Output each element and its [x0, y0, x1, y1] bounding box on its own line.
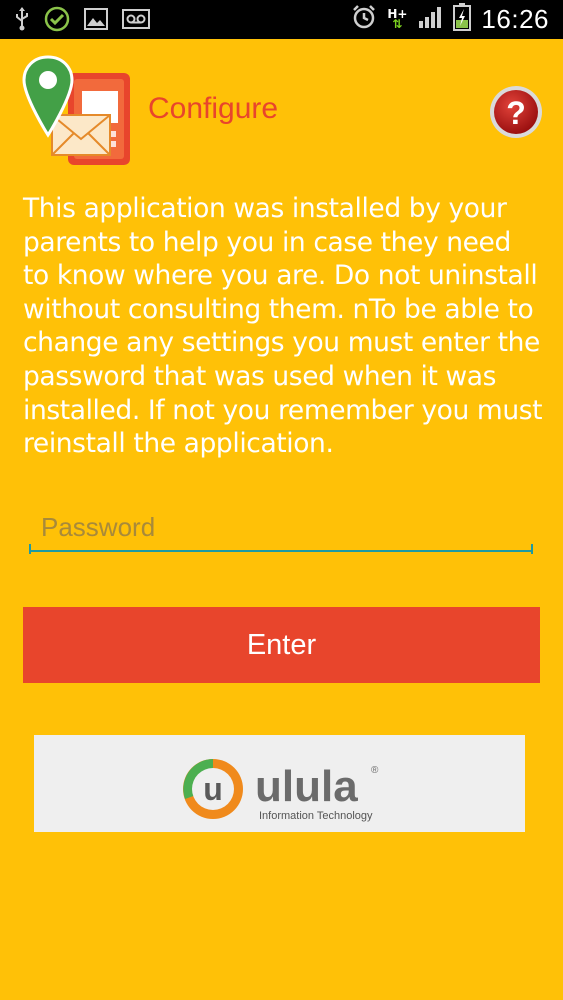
ulula-tagline: Information Technology — [259, 810, 373, 822]
alarm-icon — [351, 4, 377, 34]
ulula-brand-name: ulula — [255, 762, 358, 811]
usb-icon — [14, 7, 30, 35]
description-text: This application was installed by your p… — [23, 193, 543, 460]
status-bar: H+ ⇅ 16:26 — [0, 0, 563, 39]
check-circle-icon — [44, 6, 70, 36]
signal-icon — [417, 5, 443, 33]
battery-charging-icon — [453, 3, 472, 35]
help-symbol: ? — [506, 95, 526, 131]
network-hplus-icon: H+ ⇅ — [387, 7, 408, 31]
image-icon — [84, 8, 108, 34]
help-button[interactable]: ? — [488, 84, 544, 140]
app-logo — [22, 53, 134, 168]
ulula-brand-letter: u — [203, 771, 223, 807]
registered-mark: ® — [371, 765, 379, 776]
input-underline-edge-right — [531, 544, 533, 554]
input-underline-edge-left — [29, 544, 31, 554]
status-time: 16:26 — [481, 3, 549, 34]
page-title: Configure — [148, 92, 279, 125]
notification-icons — [14, 6, 150, 36]
voicemail-icon — [122, 9, 150, 33]
help-icon: ? — [490, 86, 542, 138]
enter-button[interactable]: Enter — [23, 607, 540, 683]
password-input[interactable] — [29, 508, 533, 552]
system-icons: H+ ⇅ 16:26 — [351, 3, 549, 35]
ulula-logo: u ulula ® Information Technology — [182, 758, 379, 822]
sponsor-banner[interactable]: u ulula ® Information Technology — [34, 735, 525, 832]
